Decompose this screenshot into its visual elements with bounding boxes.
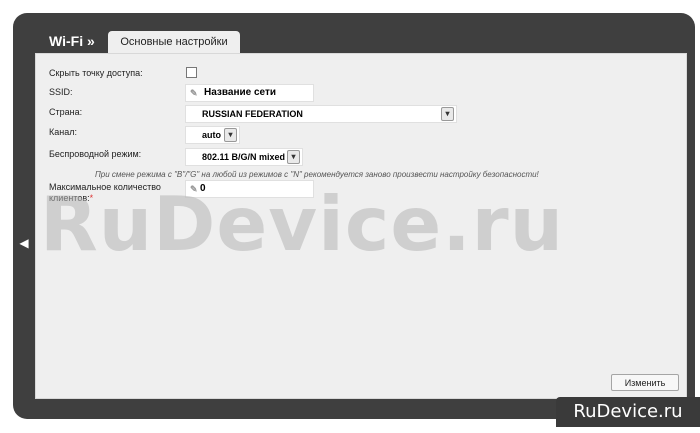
tab-basic-settings[interactable]: Основные настройки [108,31,240,53]
ssid-value: Название сети [204,87,277,98]
country-label: Страна: [49,107,83,117]
chevron-down-icon: ▾ [287,150,300,164]
country-value: RUSSIAN FEDERATION [202,109,303,119]
mode-select[interactable]: 802.11 B/G/N mixed ▾ [185,148,303,166]
ssid-label: SSID: [49,87,73,97]
mode-value: 802.11 B/G/N mixed [202,152,286,162]
channel-label: Канал: [49,127,77,137]
chevron-left-icon[interactable]: ◀ [13,234,35,252]
hide-ap-label: Скрыть точку доступа: [49,68,143,78]
ssid-input[interactable]: ✎ Название сети [185,84,314,102]
chevron-down-icon: ▾ [224,128,237,142]
chevron-down-icon: ▾ [441,107,454,121]
hide-ap-checkbox[interactable] [186,67,197,78]
brand-badge: RuDevice.ru [556,397,700,427]
mode-hint: При смене режима с "B"/"G" на любой из р… [95,170,539,179]
channel-value: auto [202,130,221,140]
apply-button[interactable]: Изменить [611,374,679,391]
mode-label: Беспроводной режим: [49,149,142,159]
watermark: RuDevice.ru [40,180,565,268]
pencil-icon: ✎ [190,88,198,98]
country-select[interactable]: RUSSIAN FEDERATION ▾ [185,105,457,123]
breadcrumb[interactable]: Wi-Fi » [49,33,95,49]
channel-select[interactable]: auto ▾ [185,126,240,144]
